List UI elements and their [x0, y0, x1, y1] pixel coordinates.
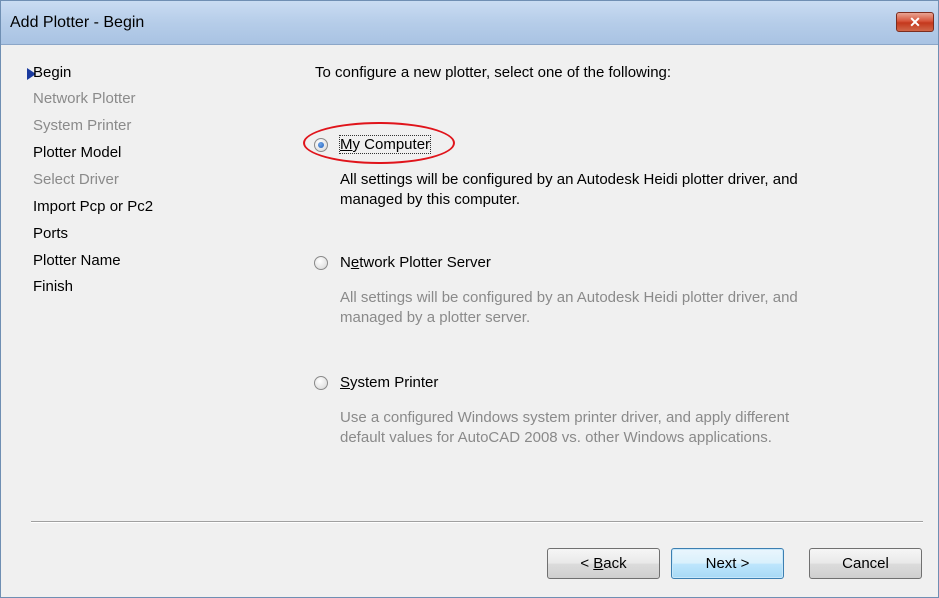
close-button[interactable]: ✕	[896, 12, 934, 32]
next-button[interactable]: Next >	[671, 548, 784, 579]
window-title: Add Plotter - Begin	[10, 14, 145, 31]
close-icon: ✕	[909, 14, 921, 30]
network-plotter-server-description: All settings will be configured by an Au…	[340, 289, 798, 326]
title-bar[interactable]: Add Plotter - Begin ✕	[1, 1, 938, 45]
add-plotter-dialog: Add Plotter - Begin ✕ Begin Network Plot…	[0, 0, 939, 598]
step-system-printer: System Printer	[33, 117, 132, 134]
highlight-ring-annotation	[303, 122, 455, 164]
system-printer-description: Use a configured Windows system printer …	[340, 409, 790, 446]
step-select-driver: Select Driver	[33, 171, 119, 188]
network-plotter-server-radio[interactable]	[314, 256, 328, 270]
system-printer-radio[interactable]	[314, 376, 328, 390]
my-computer-description: All settings will be configured by an Au…	[340, 171, 798, 208]
step-network-plotter: Network Plotter	[33, 90, 136, 107]
footer-separator	[31, 521, 923, 523]
step-finish: Finish	[33, 278, 74, 295]
instruction-text: To configure a new plotter, select one o…	[315, 64, 672, 81]
step-ports: Ports	[33, 225, 69, 242]
step-plotter-model: Plotter Model	[33, 144, 122, 161]
step-begin: Begin	[33, 64, 72, 81]
dialog-body: Begin Network Plotter System Printer Plo…	[1, 46, 938, 597]
step-plotter-name: Plotter Name	[33, 252, 121, 269]
step-import-pcp: Import Pcp or Pc2	[33, 198, 154, 215]
network-plotter-server-label[interactable]: Network Plotter Server	[340, 254, 491, 271]
back-button[interactable]: < Back	[547, 548, 660, 579]
cancel-button[interactable]: Cancel	[809, 548, 922, 579]
system-printer-label[interactable]: System Printer	[340, 374, 438, 391]
